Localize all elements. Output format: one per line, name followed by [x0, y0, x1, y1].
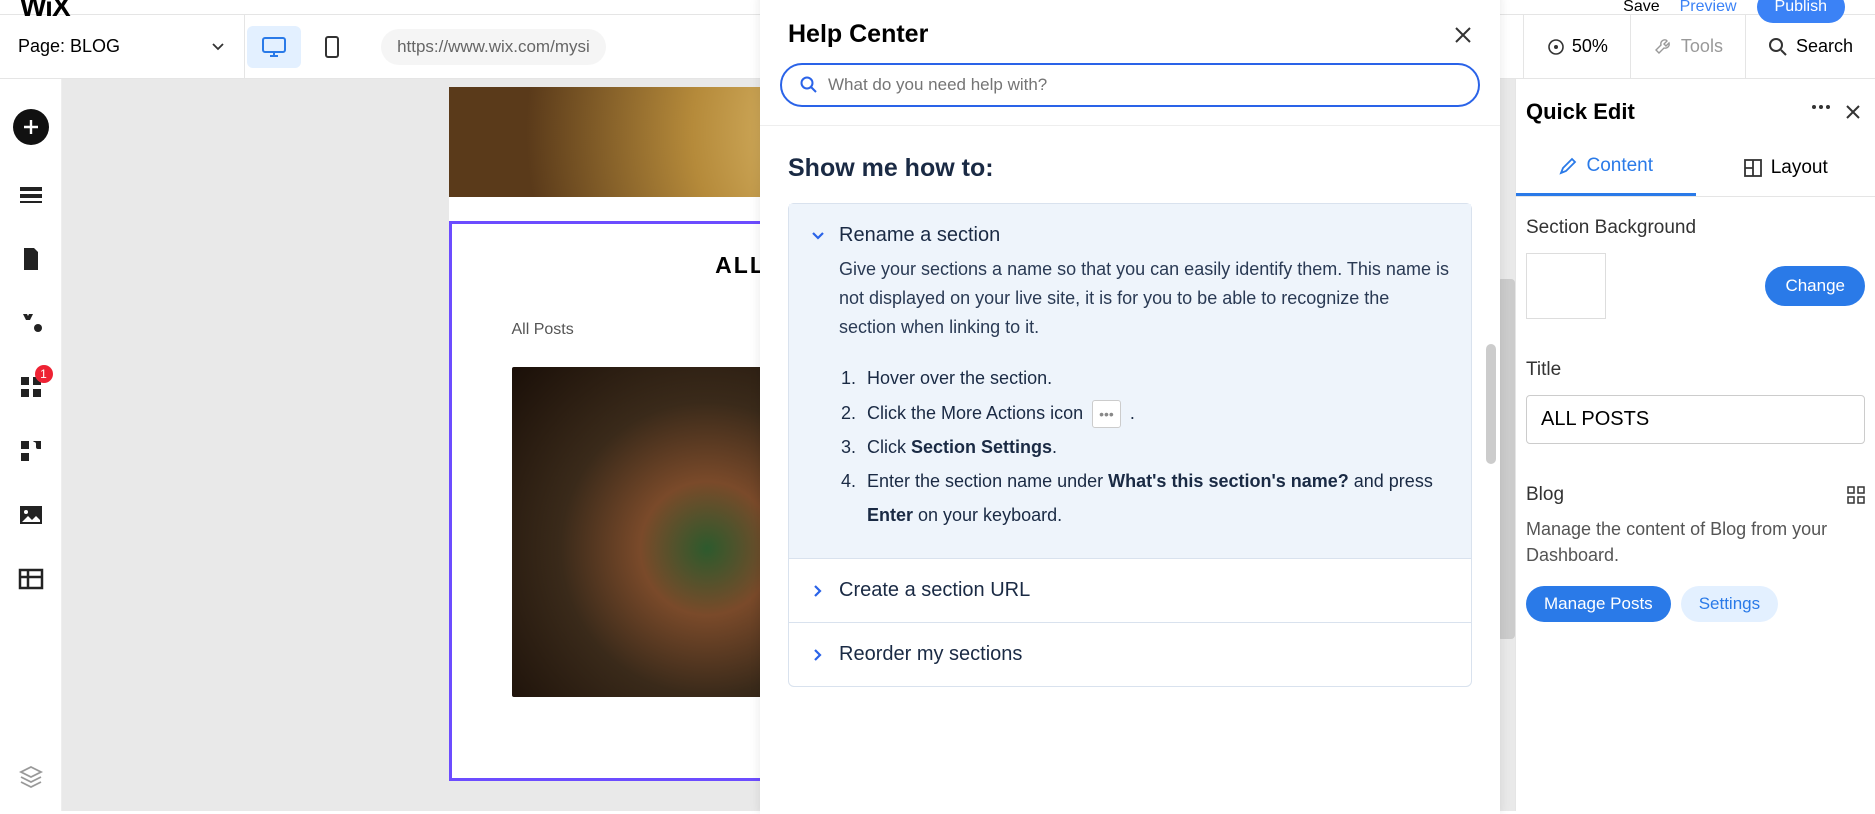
page-selector[interactable]: Page: BLOG	[0, 15, 245, 78]
help-scrollbar[interactable]	[1486, 344, 1496, 464]
tab-content-label: Content	[1586, 155, 1653, 177]
blog-settings-button[interactable]: Settings	[1681, 586, 1778, 622]
help-title: Help Center	[788, 20, 928, 49]
layers-button[interactable]	[17, 763, 45, 791]
howto-label: Rename a section	[839, 224, 1449, 247]
top-search-label: Search	[1796, 36, 1853, 57]
sections-button[interactable]	[17, 181, 45, 209]
howto-item-url[interactable]: Create a section URL	[789, 558, 1471, 622]
chevron-down-icon	[811, 229, 825, 243]
data-button[interactable]	[17, 565, 45, 593]
device-toggle	[245, 15, 361, 78]
more-icon[interactable]	[1811, 104, 1831, 120]
quick-edit-title: Quick Edit	[1526, 99, 1635, 125]
pages-button[interactable]	[17, 245, 45, 273]
chevron-down-icon	[210, 39, 226, 55]
close-icon[interactable]	[1845, 104, 1861, 120]
blog-section-label: Blog	[1526, 484, 1564, 506]
howto-steps: Hover over the section. Click the More A…	[861, 361, 1449, 532]
howto-heading: Show me how to:	[788, 154, 1472, 183]
manage-posts-button[interactable]: Manage Posts	[1526, 586, 1671, 622]
title-input[interactable]	[1526, 395, 1865, 444]
pencil-icon	[1558, 156, 1578, 176]
quick-edit-tabs: Content Layout	[1516, 139, 1875, 197]
top-search-button[interactable]: Search	[1745, 15, 1875, 78]
tools-button[interactable]: Tools	[1630, 15, 1745, 78]
url-text: https://www.wix.com/mysi	[381, 29, 606, 65]
blog-desc: Manage the content of Blog from your Das…	[1526, 516, 1865, 568]
howto-list: Rename a section Give your sections a na…	[788, 203, 1472, 687]
tools-label: Tools	[1681, 36, 1723, 57]
wrench-icon	[1653, 37, 1673, 57]
mobile-view-button[interactable]	[305, 26, 359, 68]
theme-button[interactable]	[17, 309, 45, 337]
howto-label: Reorder my sections	[839, 643, 1022, 666]
layout-icon	[1743, 158, 1763, 178]
publish-button[interactable]: Publish	[1757, 0, 1845, 23]
logo: WiX	[20, 0, 70, 23]
howto-step: Click the More Actions icon ••• .	[861, 396, 1449, 430]
plus-icon	[22, 118, 40, 136]
zoom-target-icon	[1546, 37, 1566, 57]
tab-content[interactable]: Content	[1516, 139, 1696, 196]
howto-desc: Give your sections a name so that you ca…	[839, 255, 1449, 341]
preview-link[interactable]: Preview	[1680, 0, 1737, 16]
left-rail: 1	[0, 79, 62, 811]
chevron-right-icon	[811, 584, 825, 598]
page-selector-label: Page: BLOG	[18, 36, 120, 57]
add-element-button[interactable]	[13, 109, 49, 145]
media-button[interactable]	[17, 501, 45, 529]
howto-label: Create a section URL	[839, 579, 1030, 602]
change-bg-button[interactable]: Change	[1765, 266, 1865, 306]
search-icon	[1768, 37, 1788, 57]
howto-step: Enter the section name under What's this…	[861, 464, 1449, 532]
help-search-input[interactable]	[828, 75, 1460, 95]
howto-item-reorder[interactable]: Reorder my sections	[789, 622, 1471, 686]
help-center-panel: Help Center Show me how to: Rename a sec…	[760, 0, 1500, 814]
zoom-control[interactable]: 50%	[1523, 15, 1630, 78]
howto-step: Click Section Settings.	[861, 430, 1449, 464]
bg-swatch[interactable]	[1526, 253, 1606, 319]
help-search[interactable]	[780, 63, 1480, 107]
zoom-value: 50%	[1572, 36, 1608, 57]
title-field-label: Title	[1526, 359, 1865, 381]
quick-edit-panel: Quick Edit Content Layout Section Backgr	[1515, 79, 1875, 811]
more-actions-icon: •••	[1092, 400, 1121, 429]
tab-layout[interactable]: Layout	[1696, 139, 1875, 196]
plugins-button[interactable]	[17, 437, 45, 465]
grid-icon[interactable]	[1847, 486, 1865, 504]
search-icon	[800, 76, 818, 94]
howto-step: Hover over the section.	[861, 361, 1449, 395]
section-bg-label: Section Background	[1526, 217, 1865, 239]
apps-button[interactable]: 1	[17, 373, 45, 401]
chevron-right-icon	[811, 648, 825, 662]
tab-layout-label: Layout	[1771, 157, 1828, 179]
howto-item-rename[interactable]: Rename a section Give your sections a na…	[789, 204, 1471, 558]
apps-badge: 1	[35, 365, 53, 383]
desktop-view-button[interactable]	[247, 26, 301, 68]
save-link[interactable]: Save	[1623, 0, 1659, 16]
help-close-button[interactable]	[1454, 26, 1472, 44]
